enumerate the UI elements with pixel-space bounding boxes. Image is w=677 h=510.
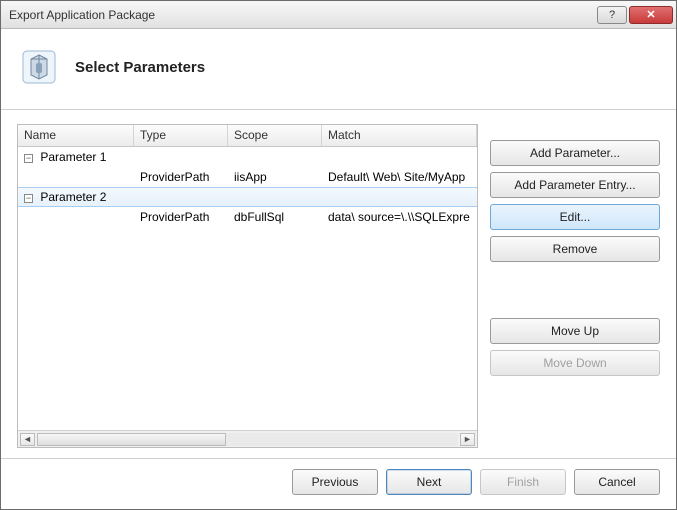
next-button[interactable]: Next: [386, 469, 472, 495]
col-header-match[interactable]: Match: [322, 125, 477, 146]
col-header-name[interactable]: Name: [18, 125, 134, 146]
cancel-button[interactable]: Cancel: [574, 469, 660, 495]
remove-button[interactable]: Remove: [490, 236, 660, 262]
cell-match: Default\ Web\ Site/MyApp: [322, 168, 477, 186]
cell-type: ProviderPath: [134, 168, 228, 186]
add-parameter-entry-button[interactable]: Add Parameter Entry...: [490, 172, 660, 198]
move-up-button[interactable]: Move Up: [490, 318, 660, 344]
package-icon: [17, 45, 61, 89]
parameters-table: Name Type Scope Match − Parameter 1: [17, 124, 478, 448]
cell-type: ProviderPath: [134, 208, 228, 226]
cell-scope: dbFullSql: [228, 208, 322, 226]
add-parameter-button[interactable]: Add Parameter...: [490, 140, 660, 166]
col-header-scope[interactable]: Scope: [228, 125, 322, 146]
scroll-track[interactable]: [37, 433, 458, 446]
finish-button: Finish: [480, 469, 566, 495]
col-header-type[interactable]: Type: [134, 125, 228, 146]
wizard-footer: Previous Next Finish Cancel: [1, 458, 676, 509]
edit-button[interactable]: Edit...: [490, 204, 660, 230]
table-row[interactable]: ProviderPath iisApp Default\ Web\ Site/M…: [18, 167, 477, 187]
param-group-row[interactable]: − Parameter 2: [18, 187, 477, 207]
close-icon: ✕: [646, 8, 655, 21]
param-name: Parameter 2: [40, 190, 106, 204]
param-name: Parameter 1: [40, 150, 106, 164]
help-icon: ?: [609, 9, 615, 21]
side-button-panel: Add Parameter... Add Parameter Entry... …: [490, 124, 660, 448]
move-down-button: Move Down: [490, 350, 660, 376]
scroll-thumb[interactable]: [37, 433, 226, 446]
window-title: Export Application Package: [9, 8, 596, 22]
chevron-right-icon: ►: [463, 434, 472, 444]
export-wizard-window: Export Application Package ? ✕ Select Pa…: [0, 0, 677, 510]
close-button[interactable]: ✕: [629, 6, 673, 24]
table-header: Name Type Scope Match: [18, 125, 477, 147]
table-body: − Parameter 1 ProviderPath iisApp Defaul…: [18, 147, 477, 430]
page-title: Select Parameters: [75, 59, 205, 76]
collapse-toggle-icon[interactable]: −: [24, 194, 33, 203]
help-button[interactable]: ?: [597, 6, 627, 24]
param-group-row[interactable]: − Parameter 1: [18, 147, 477, 167]
table-row[interactable]: ProviderPath dbFullSql data\ source=\.\\…: [18, 207, 477, 227]
cell-scope: iisApp: [228, 168, 322, 186]
wizard-header: Select Parameters: [1, 29, 676, 110]
scroll-left-button[interactable]: ◄: [20, 433, 35, 446]
titlebar: Export Application Package ? ✕: [1, 1, 676, 29]
cell-match: data\ source=\.\\SQLExpre: [322, 208, 477, 226]
chevron-left-icon: ◄: [23, 434, 32, 444]
collapse-toggle-icon[interactable]: −: [24, 154, 33, 163]
scroll-right-button[interactable]: ►: [460, 433, 475, 446]
content-area: Name Type Scope Match − Parameter 1: [1, 110, 676, 458]
previous-button[interactable]: Previous: [292, 469, 378, 495]
horizontal-scrollbar[interactable]: ◄ ►: [18, 430, 477, 447]
